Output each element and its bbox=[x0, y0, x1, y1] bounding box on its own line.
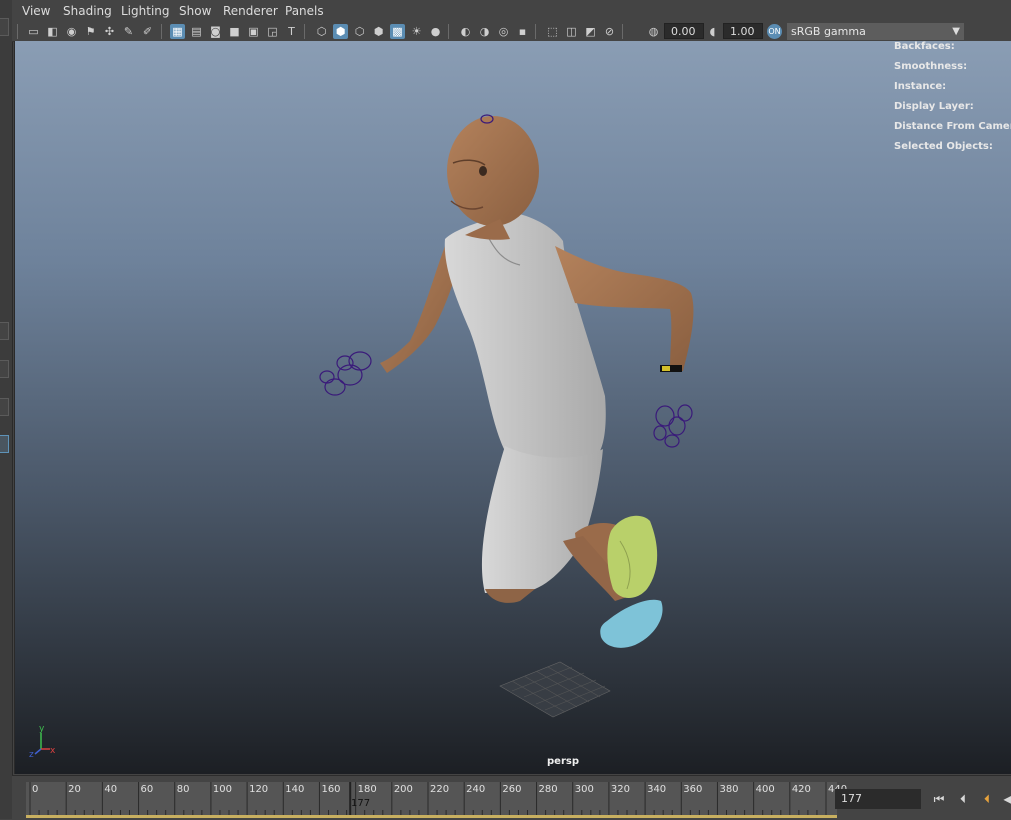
toolbar-separator bbox=[622, 24, 623, 39]
ruler-tick-label: 200 bbox=[393, 784, 413, 795]
tool-strip-slot[interactable] bbox=[0, 322, 9, 340]
step-back-key-icon[interactable]: ⏴ bbox=[953, 789, 973, 809]
ruler-tick-label: 260 bbox=[502, 784, 522, 795]
lights-icon[interactable]: ☀ bbox=[409, 24, 424, 39]
checker-icon[interactable]: ▩ bbox=[390, 24, 405, 39]
field-chart-icon[interactable]: ▣ bbox=[246, 24, 261, 39]
left-tool-strip bbox=[0, 0, 13, 819]
axis-x-label: x bbox=[50, 746, 56, 756]
go-to-start-icon[interactable]: ⏮ bbox=[929, 789, 949, 809]
menu-renderer[interactable]: Renderer bbox=[223, 4, 278, 18]
step-back-frame-icon[interactable]: ⏴ bbox=[977, 789, 997, 809]
ground-grid bbox=[499, 661, 611, 718]
scene-canvas: y x z bbox=[29, 114, 694, 760]
wireframe-icon[interactable]: ⬡ bbox=[314, 24, 329, 39]
toolbar-separator bbox=[448, 24, 449, 39]
current-frame-field[interactable]: 177 bbox=[835, 789, 921, 809]
shadows-icon[interactable]: ● bbox=[428, 24, 443, 39]
tool-strip-slot-active[interactable] bbox=[0, 435, 9, 453]
xray-joints-icon[interactable]: ⊘ bbox=[602, 24, 617, 39]
multisample-aa-icon[interactable]: ◎ bbox=[496, 24, 511, 39]
menu-shading[interactable]: Shading bbox=[63, 4, 112, 18]
xray-active-components-icon[interactable]: ◩ bbox=[583, 24, 598, 39]
safe-title-icon[interactable]: T bbox=[284, 24, 299, 39]
menu-panels[interactable]: Panels bbox=[285, 4, 324, 18]
toolbar-separator bbox=[535, 24, 536, 39]
pan-zoom-icon[interactable]: ✣ bbox=[102, 24, 117, 39]
chevron-down-icon: ▼ bbox=[952, 26, 960, 37]
exposure-icon[interactable]: ◍ bbox=[646, 24, 661, 39]
play-backwards-icon[interactable]: ◀ bbox=[998, 789, 1011, 809]
tool-strip-slot[interactable] bbox=[0, 18, 9, 36]
ruler-tick-label: 400 bbox=[755, 784, 775, 795]
ruler-tick-label: 380 bbox=[719, 784, 739, 795]
menu-show[interactable]: Show bbox=[179, 4, 211, 18]
select-camera-icon[interactable]: ▭ bbox=[26, 24, 41, 39]
toolbar-separator bbox=[161, 24, 162, 39]
pencil-icon[interactable]: ✐ bbox=[140, 24, 155, 39]
ruler-tick-label: 300 bbox=[574, 784, 594, 795]
colorspace-value: sRGB gamma bbox=[791, 25, 866, 38]
ruler-tick-label: 240 bbox=[466, 784, 486, 795]
screen-space-ao-icon[interactable]: ◐ bbox=[458, 24, 473, 39]
menu-lighting[interactable]: Lighting bbox=[121, 4, 170, 18]
grid-icon[interactable]: ▦ bbox=[170, 24, 185, 39]
ruler-tick-label: 220 bbox=[430, 784, 450, 795]
resolution-gate-icon[interactable]: ◙ bbox=[208, 24, 223, 39]
ruler-tick-label: 180 bbox=[357, 784, 377, 795]
camera-name-label: persp bbox=[547, 756, 579, 767]
axis-y-label: y bbox=[39, 724, 45, 734]
time-ruler[interactable]: 0 20 40 60 80 100 120 140 160 180 200 220 240 260 280 3… bbox=[26, 782, 847, 818]
ruler-tick-label: 60 bbox=[140, 784, 154, 795]
ruler-tick-label: 340 bbox=[647, 784, 667, 795]
colorspace-select[interactable]: sRGB gamma ▼ bbox=[787, 23, 964, 40]
ruler-tick-label: 0 bbox=[32, 784, 39, 795]
isolate-select-icon[interactable]: ⬚ bbox=[545, 24, 560, 39]
exposure-field[interactable]: 0.00 bbox=[664, 23, 704, 39]
ruler-tick-label: 360 bbox=[683, 784, 703, 795]
film-gate-icon[interactable]: ▤ bbox=[189, 24, 204, 39]
toolbar-separator bbox=[17, 24, 18, 39]
bookmark-icon[interactable]: ⚑ bbox=[83, 24, 98, 39]
ruler-tick-label: 80 bbox=[176, 784, 190, 795]
panel-toolbar: ▭ ◧ ◉ ⚑ ✣ ✎ ✐ ▦ ▤ ◙ ■ ▣ ◲ T ⬡ ⬢ ⬡ ⬢ ▩ ☀ … bbox=[12, 22, 1011, 42]
axis-z-label: z bbox=[29, 750, 34, 760]
camera-icon[interactable]: ◉ bbox=[64, 24, 79, 39]
ruler-tick-label: 120 bbox=[249, 784, 269, 795]
ruler-tick-label: 100 bbox=[212, 784, 232, 795]
gate-mask-icon[interactable]: ■ bbox=[227, 24, 242, 39]
textured-icon[interactable]: ⬢ bbox=[371, 24, 386, 39]
time-slider: 0 20 40 60 80 100 120 140 160 180 200 220 240 260 280 3… bbox=[12, 775, 1011, 820]
menu-view[interactable]: View bbox=[22, 4, 50, 18]
safe-action-icon[interactable]: ◲ bbox=[265, 24, 280, 39]
left-shoe[interactable] bbox=[600, 599, 663, 648]
ruler-tick-label: 320 bbox=[610, 784, 630, 795]
ruler-tick-label: 160 bbox=[321, 784, 341, 795]
xray-icon[interactable]: ◫ bbox=[564, 24, 579, 39]
gamma-field[interactable]: 1.00 bbox=[723, 23, 763, 39]
ruler-tick-label: 280 bbox=[538, 784, 558, 795]
ruler-tick-label: 20 bbox=[68, 784, 81, 795]
viewport-3d[interactable]: Backfaces: Smoothness: Instance: Display… bbox=[14, 41, 1011, 774]
grease-pencil-icon[interactable]: ✎ bbox=[121, 24, 136, 39]
ruler-tick-label: 140 bbox=[285, 784, 305, 795]
camera-attributes-icon[interactable]: ◧ bbox=[45, 24, 60, 39]
gamma-icon[interactable]: ◖ bbox=[705, 24, 720, 39]
ruler-tick-label: 40 bbox=[104, 784, 118, 795]
toolbar-separator bbox=[304, 24, 305, 39]
character-torso[interactable] bbox=[444, 213, 606, 459]
right-shoe[interactable] bbox=[607, 515, 658, 598]
smooth-shade-icon[interactable]: ⬢ bbox=[333, 24, 348, 39]
panel-menu-bar: View Shading Lighting Show Renderer Pane… bbox=[12, 0, 1011, 22]
motion-blur-icon[interactable]: ◑ bbox=[477, 24, 492, 39]
current-frame-label: 177 bbox=[351, 798, 371, 809]
wireframe-on-shaded-icon[interactable]: ⬡ bbox=[352, 24, 367, 39]
color-management-icon[interactable]: ON bbox=[767, 24, 782, 39]
tool-strip-slot[interactable] bbox=[0, 360, 9, 378]
depth-of-field-icon[interactable]: ▪ bbox=[515, 24, 530, 39]
ruler-tick-label: 420 bbox=[791, 784, 811, 795]
axis-gizmo: y x z bbox=[29, 724, 56, 760]
tool-strip-slot[interactable] bbox=[0, 398, 9, 416]
playback-range-bar bbox=[26, 815, 837, 818]
